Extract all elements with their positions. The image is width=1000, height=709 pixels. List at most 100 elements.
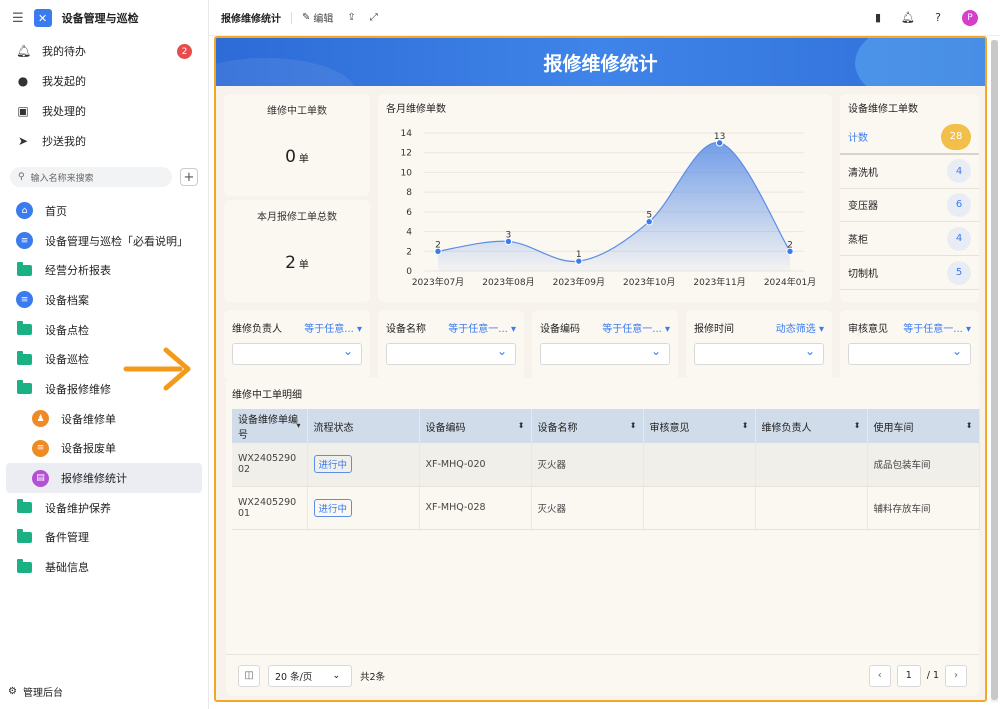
stat-row[interactable]: 清洗机 4: [840, 155, 979, 189]
sidebar-item-basic-info[interactable]: 基础信息: [0, 552, 208, 582]
folder-icon: [17, 528, 32, 543]
column-header-label: 设备名称: [537, 422, 578, 434]
sort-icon[interactable]: ⬍: [630, 421, 637, 430]
divider: [291, 11, 292, 24]
avatar[interactable]: P: [962, 9, 978, 26]
sidebar-item-label: 设备巡检: [45, 353, 89, 367]
filter-owner-select[interactable]: [232, 343, 362, 365]
admin-link[interactable]: ⚙ 管理后台: [8, 684, 63, 699]
stat-label: 切制机: [848, 269, 878, 281]
table-row[interactable]: WX240529001 进行中 XF-MHQ-028 灭火器 辅料存放车间: [232, 486, 980, 530]
column-settings-icon[interactable]: ◫: [238, 664, 260, 687]
notification-bell-icon[interactable]: 🔔︎: [901, 11, 915, 24]
book-icon[interactable]: ▮: [872, 11, 884, 24]
admin-label: 管理后台: [22, 688, 63, 699]
person-icon: ♟: [32, 410, 49, 428]
kpi-card-in-progress: 维修中工单数 0单: [224, 94, 370, 196]
y-tick-label: 14: [401, 129, 413, 139]
help-icon[interactable]: ?: [932, 11, 944, 24]
sort-icon[interactable]: ⬍: [518, 421, 525, 430]
next-page-button[interactable]: ›: [945, 664, 967, 687]
stat-value: 6: [947, 192, 971, 217]
sidebar-item-repair-stats[interactable]: ▤ 报修维修统计: [6, 463, 202, 493]
sidebar-item-label: 我发起的: [42, 75, 86, 88]
sidebar-item-scrap-order[interactable]: ≡ 设备报废单: [0, 434, 208, 464]
sidebar-item-label: 抄送我的: [42, 135, 86, 148]
sidebar-item-repair-order[interactable]: ♟ 设备维修单: [0, 404, 208, 434]
column-header-code[interactable]: 设备编码 ⬍: [419, 409, 532, 443]
pagination: ◫ 20 条/页 ⌄ 共2条 ‹ 1 / 1 ›: [226, 654, 979, 696]
stat-row-total[interactable]: 计数 28: [840, 121, 979, 155]
kpi-unit: 单: [298, 154, 309, 165]
filter-review-select[interactable]: [848, 343, 971, 365]
stat-value: 4: [947, 226, 971, 251]
column-header-review[interactable]: 审核意见 ⬍: [643, 409, 756, 443]
sidebar-item-reports[interactable]: 经营分析报表: [0, 255, 208, 285]
sidebar-item-cc[interactable]: ➤ 抄送我的: [0, 126, 208, 156]
edit-button[interactable]: ✎ 编辑: [302, 10, 333, 25]
app-logo-icon: ✕: [33, 9, 52, 27]
cell-name: 灭火器: [531, 486, 644, 530]
filter-operator[interactable]: 动态筛选 ▾: [776, 320, 824, 335]
filter-report-time: 报修时间 动态筛选 ▾: [686, 310, 832, 380]
page-input[interactable]: 1: [896, 664, 921, 687]
column-header-id[interactable]: 设备维修单编号 ▾: [232, 409, 308, 443]
share-button[interactable]: ⇪: [347, 12, 355, 23]
scrollbar-thumb[interactable]: [991, 40, 998, 700]
sidebar-item-todo[interactable]: 🔔︎ 我的待办 2: [0, 36, 208, 66]
filter-report-time-select[interactable]: [694, 343, 824, 365]
stat-row[interactable]: 蒸柜 4: [840, 222, 979, 257]
stat-row[interactable]: 变压器 6: [840, 189, 979, 223]
sort-icon[interactable]: ⬍: [854, 421, 861, 430]
filter-device-code: 设备编码 等于任意一... ▾: [532, 310, 678, 380]
sidebar-item-handled[interactable]: ▣ 我处理的: [0, 96, 208, 126]
sidebar-item-spare-parts[interactable]: 备件管理: [0, 523, 208, 553]
page-total: / 1: [926, 670, 939, 681]
sidebar-item-home[interactable]: ⌂ 首页: [0, 196, 208, 226]
x-tick-label: 2023年11月: [693, 276, 745, 288]
prev-page-button[interactable]: ‹: [868, 664, 891, 687]
status-badge: 进行中: [313, 455, 353, 474]
filter-device-code-select[interactable]: [540, 343, 670, 365]
page-size-select[interactable]: 20 条/页 ⌄: [268, 664, 352, 687]
add-button[interactable]: +: [180, 168, 198, 186]
in-progress-table: 设备维修单编号 ▾ 流程状态 设备编码 ⬍ 设备名称 ⬍ 审核意见 ⬍ 维修负责人 ⬍ 使…: [232, 409, 980, 530]
sidebar-item-maintenance[interactable]: 设备维护保养: [0, 493, 208, 523]
column-header-label: 维修负责人: [761, 422, 812, 434]
sidebar-item-initiated[interactable]: ● 我发起的: [0, 66, 208, 96]
sort-icon[interactable]: ⬍: [742, 421, 749, 430]
home-icon: ⌂: [16, 202, 33, 220]
filter-operator[interactable]: 等于任意一... ▾: [448, 320, 516, 335]
cell-workshop: 辅料存放车间: [867, 486, 980, 530]
sidebar-item-label: 设备点检: [45, 323, 89, 337]
device-stats-title: 设备维修工单数: [848, 104, 918, 115]
filter-operator[interactable]: 等于任意一... ▾: [903, 320, 971, 335]
column-header-status[interactable]: 流程状态: [307, 409, 420, 443]
app-title: 设备管理与巡检: [61, 12, 139, 25]
column-header-owner[interactable]: 维修负责人 ⬍: [755, 409, 868, 443]
menu-icon[interactable]: ☰: [12, 11, 24, 26]
filter-device-name-select[interactable]: [386, 343, 516, 365]
sidebar-item-spot-check[interactable]: 设备点检: [0, 315, 208, 345]
sort-down-icon[interactable]: ▾: [296, 421, 300, 430]
scrollbar[interactable]: [991, 40, 998, 702]
sort-icon[interactable]: ⬍: [966, 421, 973, 430]
filter-operator[interactable]: 等于任意... ▾: [304, 320, 362, 335]
document-icon: ≡: [16, 232, 33, 250]
cell-status: 进行中: [307, 443, 420, 487]
stat-row[interactable]: 切制机 5: [840, 256, 979, 290]
stat-value: 28: [941, 123, 971, 150]
sidebar-item-guide[interactable]: ≡ 设备管理与巡检「必看说明」: [0, 226, 208, 256]
column-header-workshop[interactable]: 使用车间 ⬍: [867, 409, 980, 443]
filter-operator[interactable]: 等于任意一... ▾: [602, 320, 670, 335]
column-header-name[interactable]: 设备名称 ⬍: [531, 409, 644, 443]
sidebar-item-archive[interactable]: ≡ 设备档案: [0, 285, 208, 315]
sidebar-search-input[interactable]: ⚲ 输入名称来搜索: [10, 167, 172, 187]
table-row[interactable]: WX240529002 进行中 XF-MHQ-020 灭火器 成品包装车间: [232, 443, 980, 487]
filter-label: 审核意见: [848, 324, 888, 335]
fullscreen-button[interactable]: ⤢: [370, 12, 378, 23]
status-badge: 进行中: [313, 498, 353, 517]
dashboard: 报修维修统计 维修中工单数 0单 本月报修工单总数 2单 各月维修单数 0246…: [214, 36, 987, 702]
sidebar-item-label: 设备维修单: [61, 412, 116, 426]
x-tick-label: 2023年08月: [482, 276, 534, 288]
